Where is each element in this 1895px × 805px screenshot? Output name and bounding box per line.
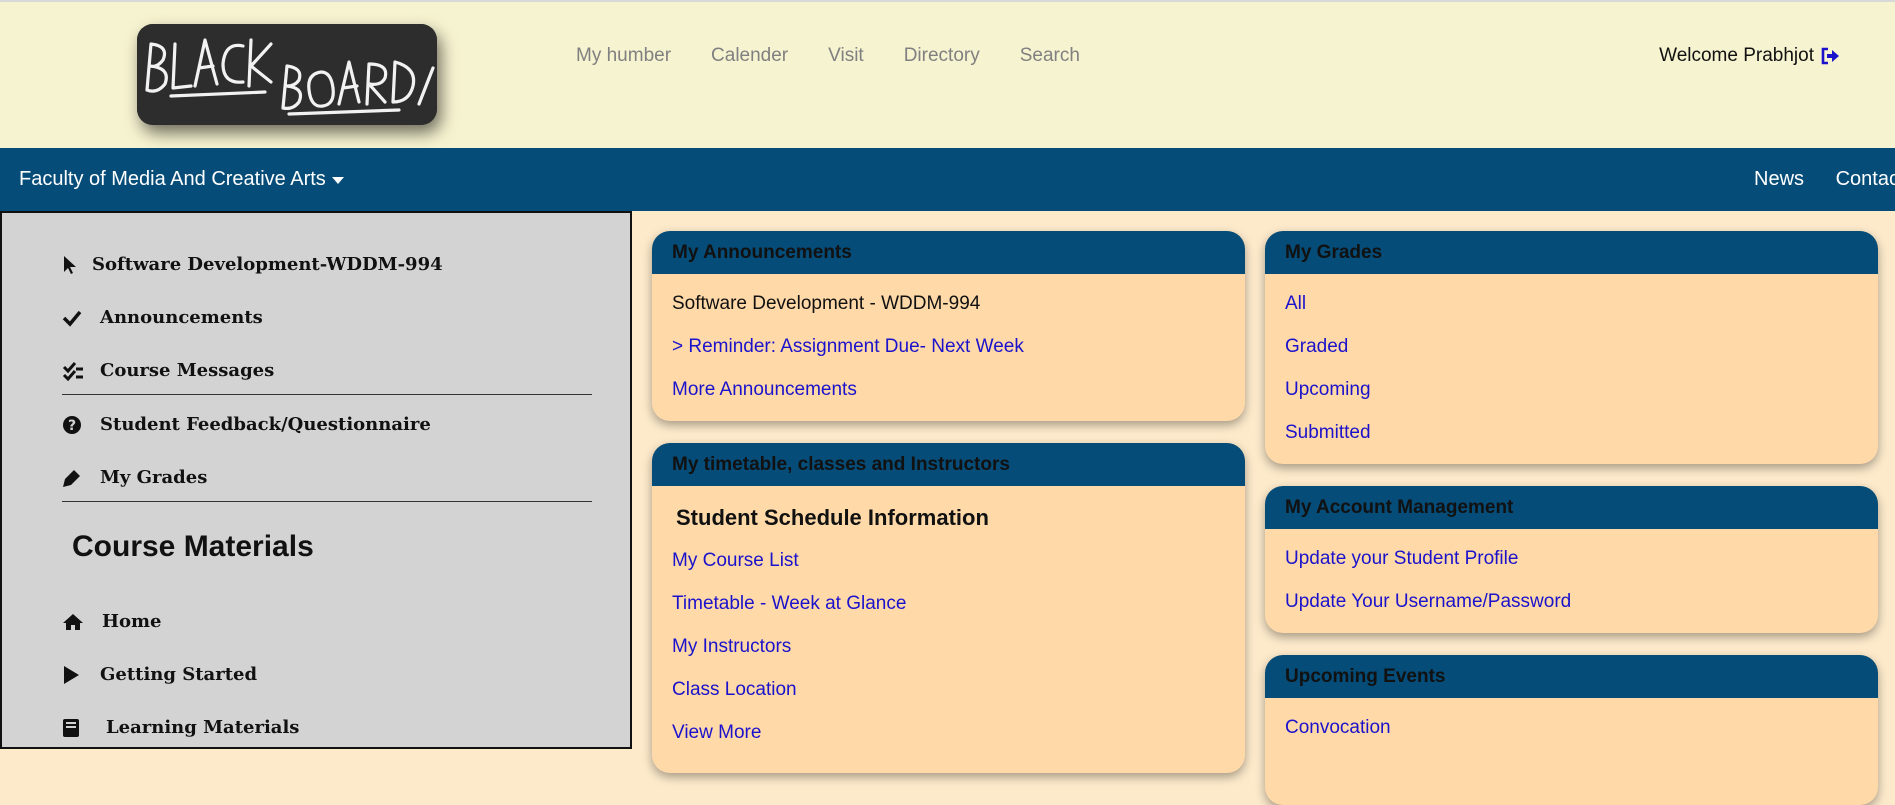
welcome-text: Welcome Prabhjot <box>1659 45 1814 66</box>
card-title: My Grades <box>1265 231 1878 274</box>
sidebar-item-label: My Grades <box>100 467 208 488</box>
welcome-user: Welcome Prabhjot <box>1659 45 1840 67</box>
check-icon <box>62 309 100 327</box>
grades-submitted-link[interactable]: Submitted <box>1285 422 1371 443</box>
sidebar-item-label: Home <box>102 611 162 632</box>
sidebar-item-announcements[interactable]: Announcements <box>62 307 263 328</box>
nav-visit[interactable]: Visit <box>828 45 864 67</box>
card-announcements: My Announcements Software Development - … <box>652 231 1245 421</box>
dashboard-main: My Announcements Software Development - … <box>632 211 1895 805</box>
sidebar-item-course-messages[interactable]: Course Messages <box>62 360 274 381</box>
faculty-label: Faculty of Media And Creative Arts <box>19 168 326 190</box>
sidebar-item-label: Learning Materials <box>106 717 300 738</box>
view-more-link[interactable]: View More <box>672 722 761 743</box>
card-timetable: My timetable, classes and Instructors St… <box>652 443 1245 773</box>
sidebar-item-label: Getting Started <box>100 664 258 685</box>
svg-text:?: ? <box>68 418 76 434</box>
nav-search[interactable]: Search <box>1020 45 1080 67</box>
card-title: My timetable, classes and Instructors <box>652 443 1245 486</box>
card-account: My Account Management Update your Studen… <box>1265 486 1878 633</box>
sidebar-item-feedback[interactable]: ? Student Feedback/Questionnaire <box>62 414 431 435</box>
more-announcements-link[interactable]: More Announcements <box>672 379 857 400</box>
marker-icon <box>62 468 100 488</box>
faculty-dropdown[interactable]: Faculty of Media And Creative Arts <box>19 168 344 191</box>
announcement-link[interactable]: > Reminder: Assignment Due- Next Week <box>672 336 1024 357</box>
sign-out-icon[interactable] <box>1820 47 1840 65</box>
sidebar-item-course[interactable]: Software Development-WDDM-994 <box>62 254 443 275</box>
sidebar-item-my-grades[interactable]: My Grades <box>62 467 207 488</box>
grades-graded-link[interactable]: Graded <box>1285 336 1348 357</box>
course-sidebar: Software Development-WDDM-994 Announceme… <box>0 211 632 749</box>
instructors-link[interactable]: My Instructors <box>672 636 791 657</box>
pointer-icon <box>62 255 92 275</box>
timetable-link[interactable]: Timetable - Week at Glance <box>672 593 906 614</box>
card-grades: My Grades All Graded Upcoming Submitted <box>1265 231 1878 464</box>
card-title: My Announcements <box>652 231 1245 274</box>
grades-upcoming-link[interactable]: Upcoming <box>1285 379 1371 400</box>
nav-news[interactable]: News <box>1754 168 1804 190</box>
nav-my-humber[interactable]: My humber <box>576 45 671 67</box>
home-icon <box>62 613 102 631</box>
announcement-course: Software Development - WDDM-994 <box>672 293 981 314</box>
card-title: My Account Management <box>1265 486 1878 529</box>
grades-all-link[interactable]: All <box>1285 293 1306 314</box>
schedule-subtitle: Student Schedule Information <box>676 505 989 530</box>
convocation-link[interactable]: Convocation <box>1285 717 1391 738</box>
nav-calender[interactable]: Calender <box>711 45 788 67</box>
caret-down-icon <box>331 177 344 184</box>
sidebar-item-getting-started[interactable]: Getting Started <box>62 664 257 685</box>
card-events: Upcoming Events Convocation <box>1265 655 1878 805</box>
sidebar-divider <box>62 394 592 395</box>
sidebar-item-label: Software Development-WDDM-994 <box>92 254 443 275</box>
card-title: Upcoming Events <box>1265 655 1878 698</box>
update-password-link[interactable]: Update Your Username/Password <box>1285 591 1571 612</box>
course-list-link[interactable]: My Course List <box>672 550 799 571</box>
sidebar-item-learning-materials[interactable]: Learning Materials <box>62 717 299 738</box>
faculty-navbar: Faculty of Media And Creative Arts News … <box>0 148 1895 211</box>
section-title-course-materials: Course Materials <box>72 530 314 563</box>
class-location-link[interactable]: Class Location <box>672 679 797 700</box>
top-header: My humber Calender Visit Directory Searc… <box>0 0 1895 148</box>
play-icon <box>62 665 100 685</box>
sidebar-item-label: Announcements <box>100 307 263 328</box>
question-circle-icon: ? <box>62 415 100 435</box>
top-nav: My humber Calender Visit Directory Searc… <box>576 45 1120 67</box>
sidebar-item-label: Student Feedback/Questionnaire <box>100 414 431 435</box>
double-check-icon <box>62 361 100 381</box>
nav-directory[interactable]: Directory <box>904 45 980 67</box>
update-profile-link[interactable]: Update your Student Profile <box>1285 548 1518 569</box>
right-nav: News Contact <box>1754 168 1895 191</box>
nav-contact[interactable]: Contact <box>1836 168 1895 190</box>
book-icon <box>62 718 106 738</box>
sidebar-divider <box>62 501 592 502</box>
blackboard-logo[interactable] <box>137 24 437 125</box>
sidebar-item-label: Course Messages <box>100 360 275 381</box>
sidebar-item-home[interactable]: Home <box>62 611 162 632</box>
